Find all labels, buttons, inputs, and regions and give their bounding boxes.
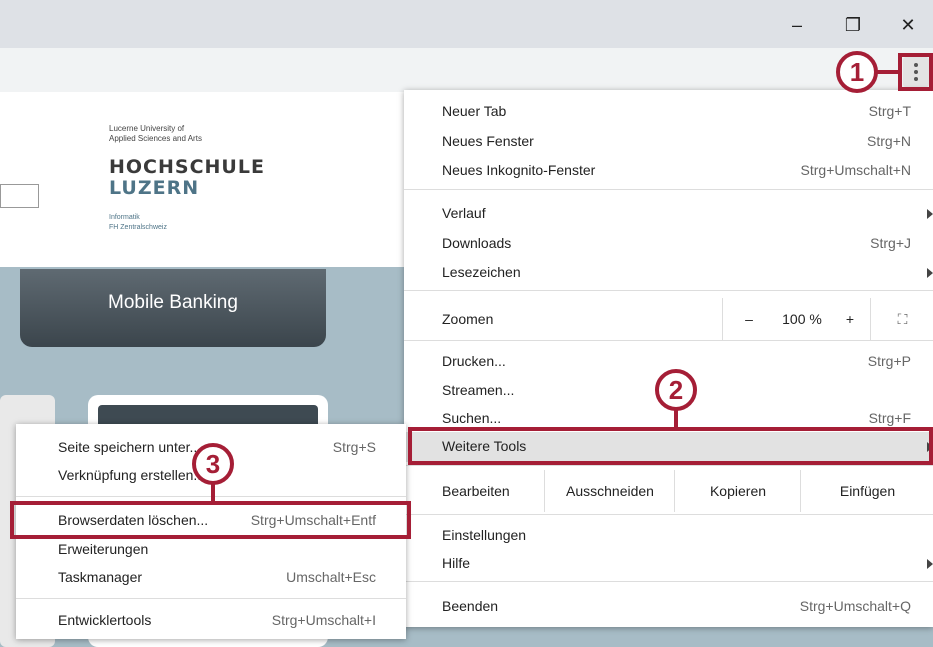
submenu-arrow-icon	[927, 559, 933, 569]
minimize-button[interactable]: –	[777, 10, 817, 40]
menu-item-settings[interactable]: Einstellungen	[404, 521, 933, 551]
zoom-in-button[interactable]: +	[830, 298, 870, 340]
menu-item-new-window[interactable]: Neues Fenster Strg+N	[404, 127, 933, 157]
callout-3: 3	[192, 443, 234, 485]
close-button[interactable]: ✕	[888, 10, 928, 40]
page-input[interactable]	[0, 184, 39, 208]
menu-item-bookmarks[interactable]: Lesezeichen	[404, 258, 933, 288]
menu-item-incognito[interactable]: Neues Inkognito-Fenster Strg+Umschalt+N	[404, 156, 933, 186]
menu-item-exit[interactable]: Beenden Strg+Umschalt+Q	[404, 592, 933, 622]
callout-1: 1	[836, 51, 878, 93]
callout-2: 2	[655, 369, 697, 411]
logo-luzern: LUZERN	[109, 177, 200, 199]
highlight-kebab	[898, 53, 933, 91]
callout-connector	[674, 408, 678, 428]
paste-button[interactable]: Einfügen	[800, 470, 933, 512]
highlight-more-tools	[408, 427, 933, 465]
fullscreen-icon[interactable]: ⛶	[870, 298, 933, 340]
submenu-arrow-icon	[927, 209, 933, 219]
menu-zoom-row: Zoomen – 100 % + ⛶	[404, 298, 933, 340]
logo-hochschule: HOCHSCHULE	[109, 156, 265, 178]
submenu-item-task-manager[interactable]: Taskmanager Umschalt+Esc	[16, 564, 406, 592]
browser-menu: Neuer Tab Strg+T Neues Fenster Strg+N Neue…	[404, 90, 933, 627]
submenu-item-dev-tools[interactable]: Entwicklertools Strg+Umschalt+I	[16, 607, 406, 635]
logo-subcaption: Informatik FH Zentralschweiz	[109, 214, 167, 231]
menu-item-new-tab[interactable]: Neuer Tab Strg+T	[404, 97, 933, 127]
restore-button[interactable]: ❐	[833, 10, 873, 40]
zoom-level: 100 %	[782, 311, 822, 327]
highlight-clear-data	[10, 501, 411, 539]
submenu-arrow-icon	[927, 268, 933, 278]
submenu-item-extensions[interactable]: Erweiterungen	[16, 536, 406, 564]
copy-button[interactable]: Kopieren	[674, 470, 801, 512]
cut-button[interactable]: Ausschneiden	[544, 470, 675, 512]
mobile-banking-button[interactable]: Mobile Banking	[20, 269, 326, 347]
menu-item-help[interactable]: Hilfe	[404, 549, 933, 579]
menu-item-downloads[interactable]: Downloads Strg+J	[404, 229, 933, 259]
menu-edit-row: Bearbeiten Ausschneiden Kopieren Einfüge…	[404, 470, 933, 512]
zoom-out-button[interactable]: –	[722, 298, 775, 340]
browser-toolbar	[0, 48, 933, 93]
callout-connector	[877, 70, 899, 74]
logo-caption: Lucerne University of Applied Sciences an…	[109, 124, 202, 143]
callout-connector	[211, 483, 215, 502]
menu-item-history[interactable]: Verlauf	[404, 199, 933, 229]
